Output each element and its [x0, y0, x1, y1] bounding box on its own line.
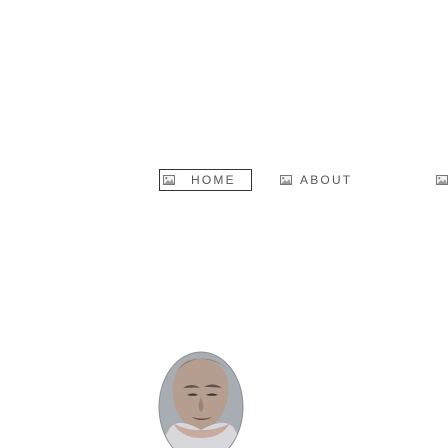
- nav-item-about-label: ABOUT: [300, 173, 353, 187]
- nav-item-home-label: HOME: [191, 173, 236, 187]
- profile-avatar: [158, 348, 244, 448]
- broken-image-icon: [163, 175, 175, 185]
- broken-image-icon: [436, 175, 448, 185]
- page-root: HOME ABOUT: [0, 0, 448, 448]
- broken-image-icon: [280, 175, 292, 185]
- nav-item-home[interactable]: HOME: [159, 169, 252, 191]
- nav-item-about[interactable]: ABOUT: [280, 169, 360, 191]
- nav-item-partial[interactable]: [436, 169, 448, 191]
